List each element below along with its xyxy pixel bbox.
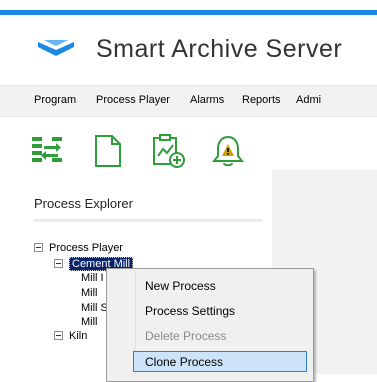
panel-divider (34, 219, 262, 222)
tree-node-mill[interactable]: Mill I (81, 271, 104, 285)
menu-process-player[interactable]: Process Player (96, 94, 170, 106)
menu-program[interactable]: Program (34, 94, 76, 106)
menu-item-new-process[interactable]: New Process (145, 279, 216, 293)
app-logo-icon (38, 40, 74, 56)
tree-node-mill[interactable]: Mill (81, 315, 98, 329)
new-document-icon[interactable] (90, 134, 126, 168)
collapse-icon[interactable] (34, 243, 43, 252)
tree-node-kiln[interactable]: Kiln (54, 329, 87, 343)
accent-stripe (0, 10, 377, 15)
tree-label: Process Player (49, 242, 123, 254)
collapse-icon[interactable] (54, 331, 63, 340)
menu-item-delete-process: Delete Process (145, 329, 227, 343)
tree-node-mill[interactable]: Mill S (81, 301, 108, 315)
app-title: Smart Archive Server (96, 35, 343, 63)
tree-label: Mill (81, 316, 98, 328)
tree-label: Mill S (81, 302, 108, 314)
panel-title: Process Explorer (34, 196, 133, 211)
toolbar (0, 130, 377, 170)
menu-alarms[interactable]: Alarms (190, 94, 224, 106)
tree-node-mill[interactable]: Mill (81, 286, 98, 300)
tree-label: Kiln (69, 330, 88, 342)
menu-admin[interactable]: Admi (296, 94, 321, 106)
menu-bar: Program Process Player Alarms Reports Ad… (0, 85, 377, 117)
menu-reports[interactable]: Reports (242, 94, 281, 106)
alarm-bell-icon[interactable] (210, 134, 246, 168)
tree-label: Mill (81, 287, 98, 299)
tree-label: Mill I (81, 272, 104, 284)
menu-item-clone-process[interactable]: Clone Process (145, 355, 223, 369)
collapse-icon[interactable] (54, 259, 63, 268)
context-menu: New Process Process Settings Delete Proc… (106, 268, 314, 382)
add-chart-clipboard-icon[interactable] (150, 134, 186, 168)
menu-item-process-settings[interactable]: Process Settings (145, 304, 235, 318)
import-export-icon[interactable] (30, 134, 66, 168)
tree-node-process-player[interactable]: Process Player (34, 241, 123, 255)
